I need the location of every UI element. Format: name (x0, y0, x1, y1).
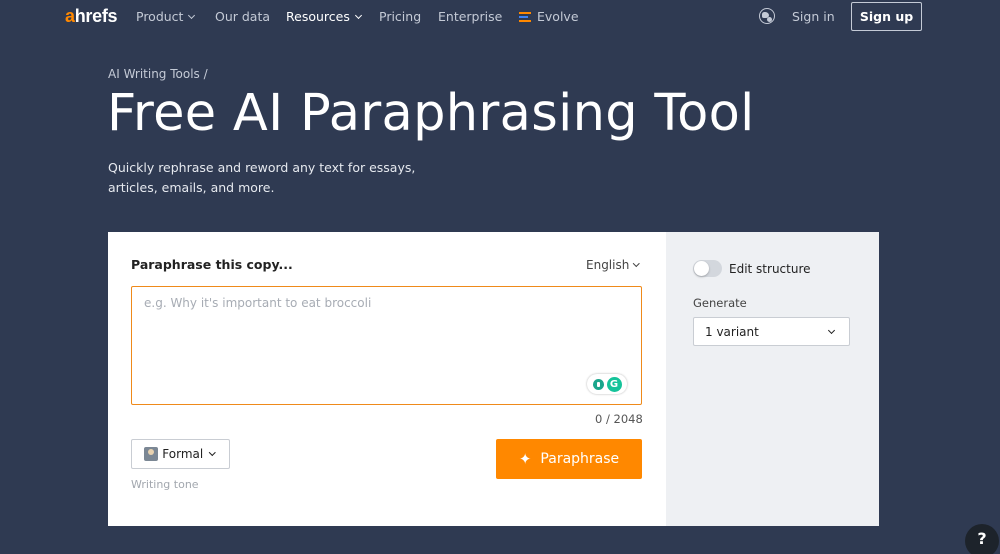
writing-tone-select[interactable]: Formal (131, 439, 230, 469)
nav-item-label: Resources (286, 9, 350, 24)
top-nav: ahrefs Product Our data Resources Pricin… (0, 0, 1000, 33)
nav-item-enterprise[interactable]: Enterprise (438, 9, 502, 24)
evolve-logo-icon (519, 11, 531, 22)
input-label: Paraphrase this copy... (131, 257, 293, 272)
businessperson-icon (144, 447, 159, 461)
logo-text: hrefs (74, 6, 118, 26)
page-subtitle: Quickly rephrase and reword any text for… (108, 160, 416, 195)
paraphrase-button-label: Paraphrase (540, 451, 620, 467)
language-select[interactable]: English (586, 258, 641, 272)
nav-item-label: Product (136, 9, 184, 24)
ahrefs-logo[interactable]: ahrefs (65, 6, 118, 27)
chevron-down-icon (633, 260, 640, 267)
character-counter: 0 / 2048 (595, 412, 643, 426)
variant-count-select[interactable]: 1 variant (693, 317, 850, 346)
lightbulb-icon[interactable] (592, 378, 604, 390)
nav-item-label: Pricing (379, 9, 422, 24)
chevron-down-icon (188, 11, 196, 19)
grammarly-icon[interactable]: G (606, 376, 622, 392)
edit-structure-label: Edit structure (729, 261, 811, 276)
options-panel: Edit structure Generate 1 variant (666, 232, 879, 526)
help-button[interactable]: ? (965, 524, 999, 554)
tone-value: Formal (162, 447, 204, 461)
nav-item-label: Evolve (537, 9, 579, 24)
nav-item-our-data[interactable]: Our data (215, 9, 270, 24)
input-placeholder: e.g. Why it's important to eat broccoli (144, 296, 372, 310)
nav-item-evolve[interactable]: Evolve (519, 9, 579, 24)
paraphrase-tool-card: Paraphrase this copy... English e.g. Why… (108, 232, 879, 526)
sign-in-link[interactable]: Sign in (792, 9, 835, 24)
help-icon: ? (977, 528, 987, 548)
edit-structure-toggle[interactable] (693, 260, 722, 277)
sign-up-button[interactable]: Sign up (851, 2, 922, 31)
paraphrase-button[interactable]: ✦ Paraphrase (496, 439, 642, 479)
nav-item-resources[interactable]: Resources (286, 9, 363, 24)
chevron-down-icon (827, 326, 836, 334)
language-value: English (586, 258, 630, 272)
nav-item-pricing[interactable]: Pricing (379, 9, 421, 24)
chevron-down-icon (209, 449, 216, 456)
globe-icon[interactable] (759, 8, 775, 24)
grammarly-widget[interactable]: G (587, 374, 627, 394)
nav-item-label: Our data (215, 9, 271, 24)
breadcrumb[interactable]: AI Writing Tools / (108, 67, 208, 81)
sparkle-icon: ✦ (518, 449, 532, 468)
edit-structure-toggle-row[interactable]: Edit structure (693, 260, 811, 277)
chevron-down-icon (354, 11, 362, 19)
writing-tone-hint: Writing tone (131, 478, 199, 491)
nav-item-label: Enterprise (438, 9, 503, 24)
variant-count-value: 1 variant (705, 324, 759, 339)
paraphrase-input[interactable]: e.g. Why it's important to eat broccoli … (131, 286, 642, 405)
page-title: Free AI Paraphrasing Tool (107, 84, 755, 143)
logo-accent-letter: a (65, 6, 75, 26)
nav-item-product[interactable]: Product (136, 9, 196, 24)
generate-label: Generate (693, 296, 747, 310)
